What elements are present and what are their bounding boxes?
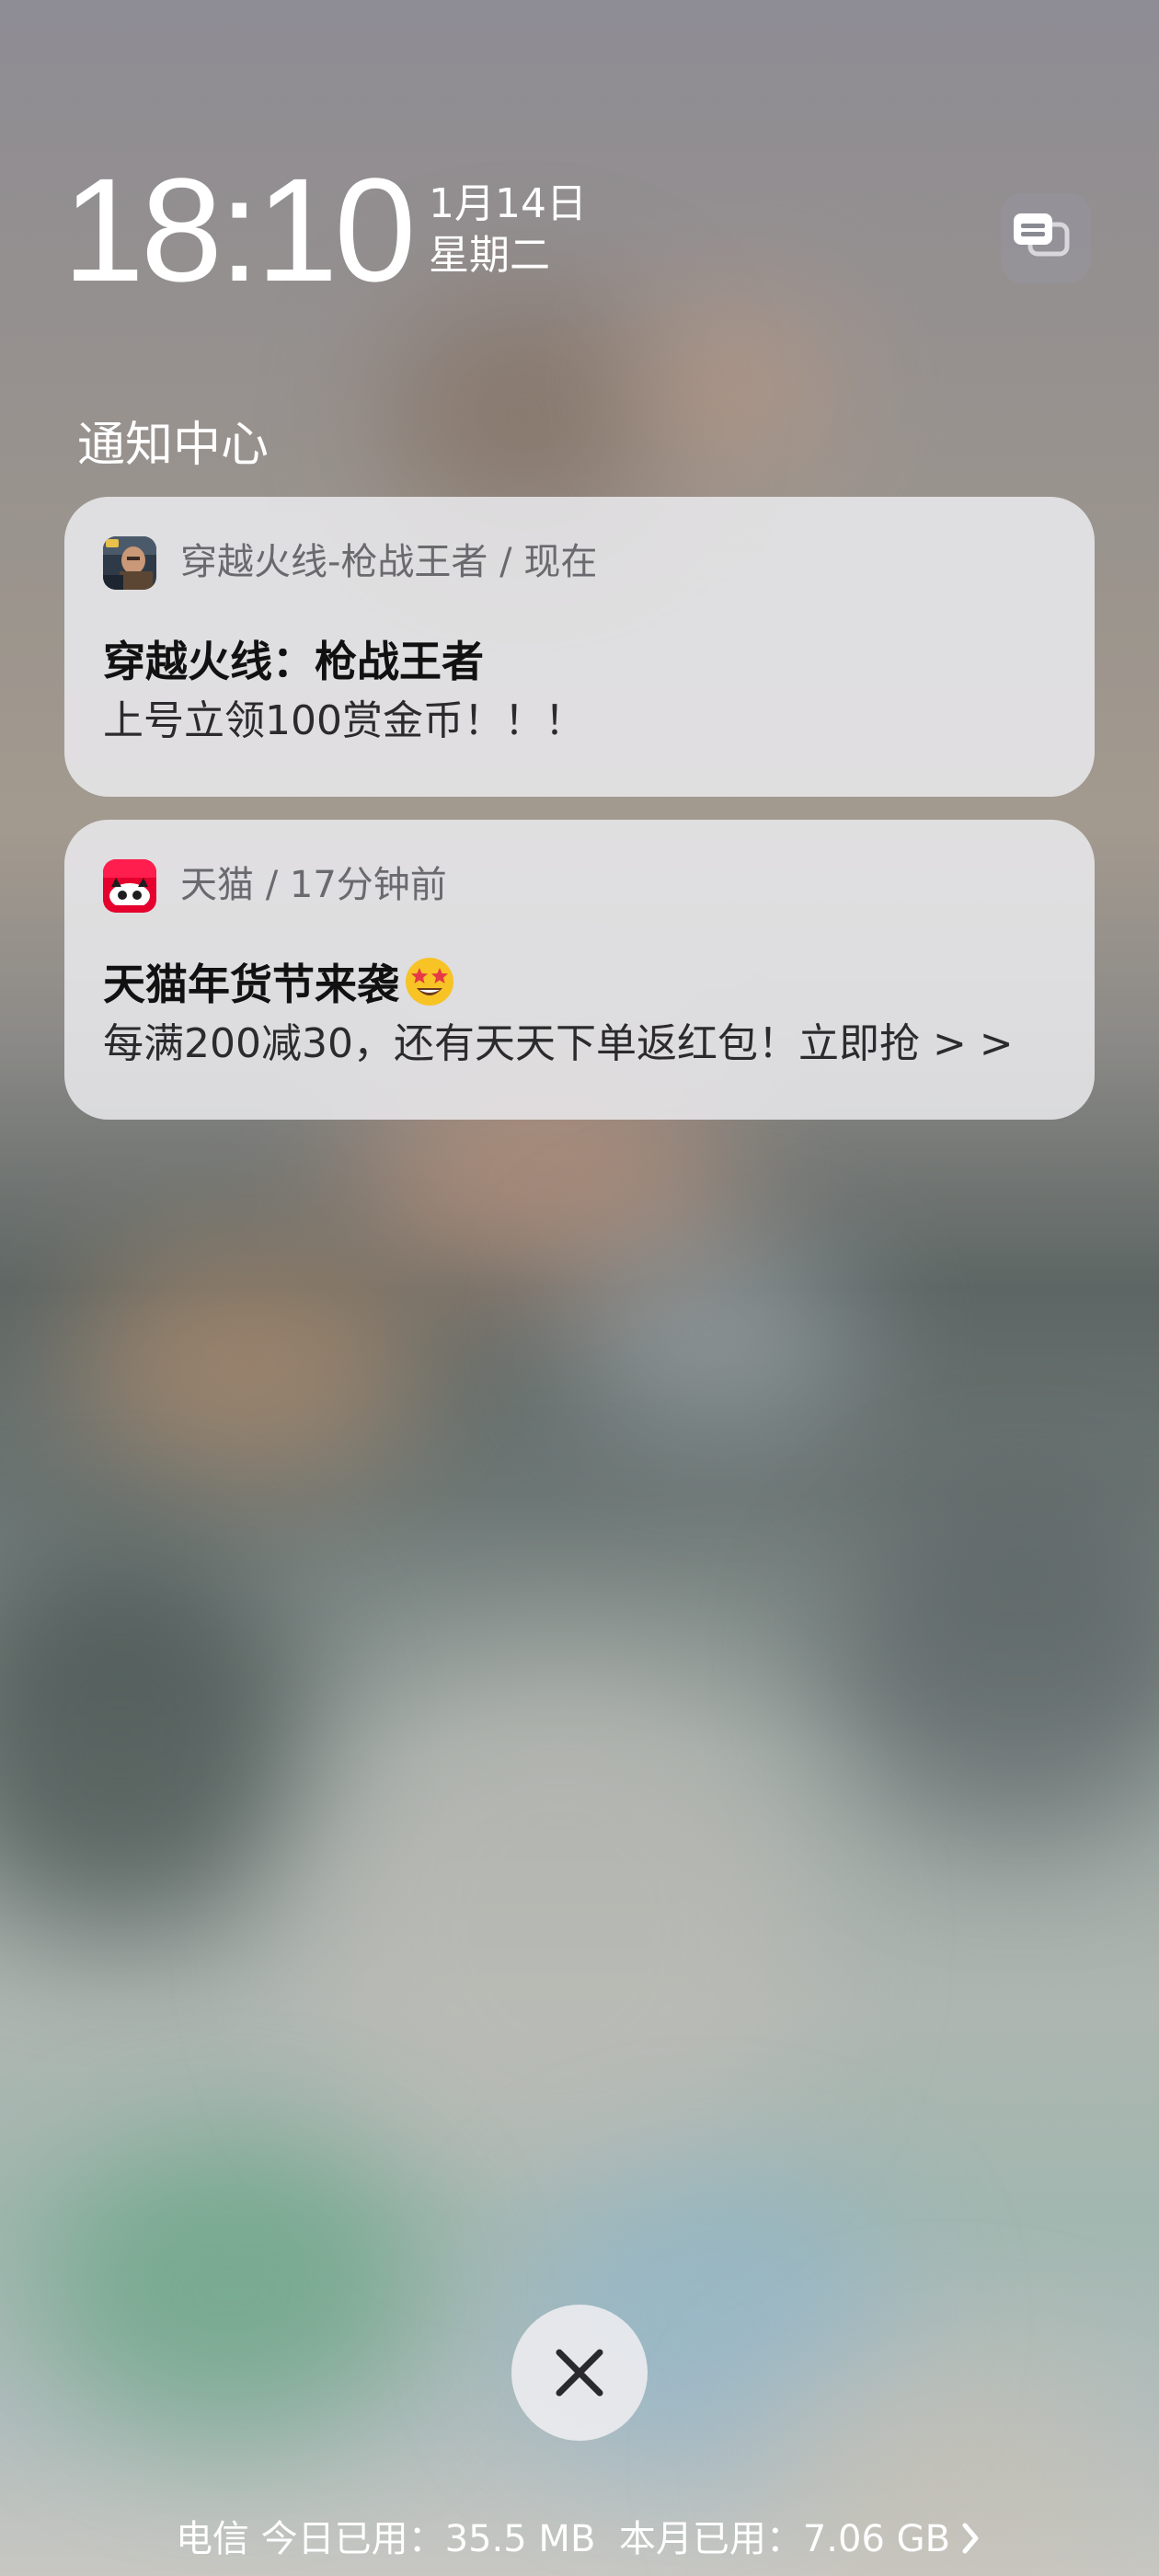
- today-usage-label: 今日已用：: [260, 2518, 445, 2560]
- notification-stack-icon: [1014, 213, 1070, 257]
- month-usage-value: 7.06 GB: [802, 2518, 951, 2560]
- notification-card[interactable]: 穿越火线-枪战王者 / 现在 穿越火线：枪战王者 上号立领100赏金币！！！: [64, 497, 1095, 797]
- today-usage-value: 35.5 MB: [444, 2518, 596, 2560]
- weekday-label: 星期二: [429, 232, 550, 279]
- tmall-app-icon: [103, 859, 156, 913]
- close-icon: [556, 2349, 603, 2397]
- notification-title-text: 天猫年货节来袭: [103, 960, 399, 1009]
- notification-title: 天猫年货节来袭: [103, 954, 456, 1015]
- chevron-right-icon: [962, 2523, 979, 2554]
- crossfire-game-app-icon: [103, 536, 156, 590]
- notification-card[interactable]: 天猫 / 17分钟前 天猫年货节来袭 每满200减30，还有天天下单返红包！立即…: [64, 820, 1095, 1120]
- notification-body: 上号立领100赏金币！！！: [103, 697, 585, 744]
- blurred-wallpaper: [0, 0, 1159, 2576]
- notification-body: 每满200减30，还有天天下单返红包！立即抢 > >: [103, 1020, 1014, 1067]
- notification-center-title: 通知中心: [77, 418, 270, 473]
- month-usage-label: 本月已用：: [618, 2518, 803, 2560]
- date-block: 1月14日 星期二: [429, 178, 587, 282]
- notification-title: 穿越火线：枪战王者: [103, 637, 484, 686]
- carrier-label: 电信: [175, 2518, 249, 2560]
- date-label: 1月14日: [429, 180, 587, 227]
- star-struck-emoji-icon: [406, 958, 453, 1006]
- notification-header: 穿越火线-枪战王者 / 现在: [180, 541, 598, 583]
- lock-screen-clock: 18:10: [63, 147, 416, 312]
- clear-notifications-button[interactable]: [511, 2305, 648, 2441]
- data-usage-link[interactable]: 电信 今日已用：35.5 MB 本月已用：7.06 GB: [0, 2513, 1159, 2565]
- notification-grouping-button[interactable]: [1001, 193, 1091, 283]
- notification-header: 天猫 / 17分钟前: [180, 864, 447, 906]
